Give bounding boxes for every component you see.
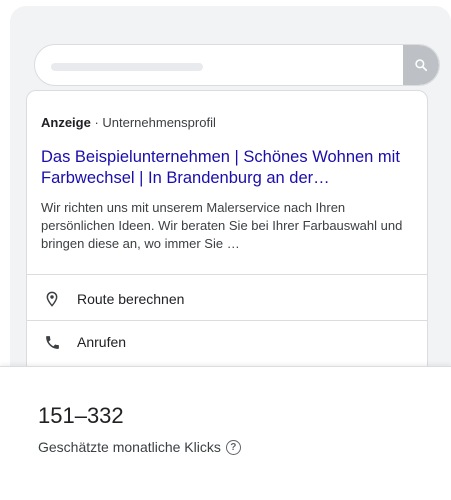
call-action-label: Anrufen — [77, 334, 127, 350]
estimated-clicks-text: Geschätzte monatliche Klicks — [38, 439, 221, 455]
estimated-clicks-value: 151–332 — [38, 403, 124, 428]
search-icon — [415, 59, 428, 72]
route-action-label: Route berechnen — [77, 291, 185, 307]
search-bar[interactable] — [34, 44, 440, 86]
call-action[interactable]: Anrufen — [27, 321, 427, 363]
ad-description: Wir richten uns mit unserem Malerservice… — [41, 200, 403, 251]
estimated-clicks-label: Geschätzte monatliche Klicks ? — [38, 439, 241, 455]
ad-badge: Anzeige — [41, 115, 91, 130]
stats-panel: 151–332 Geschätzte monatliche Klicks ? — [0, 366, 451, 500]
ad-headline-link[interactable]: Das Beispielunternehmen | Schönes Wohnen… — [41, 147, 417, 189]
help-icon[interactable]: ? — [225, 439, 241, 455]
search-button[interactable] — [403, 45, 439, 85]
phone-icon — [43, 333, 61, 351]
divider — [27, 274, 427, 275]
ad-label: Anzeige · Unternehmensprofil — [41, 115, 216, 130]
route-action[interactable]: Route berechnen — [27, 278, 427, 320]
location-pin-icon — [43, 290, 61, 308]
ad-card: Anzeige · Unternehmensprofil Das Beispie… — [26, 90, 428, 380]
search-query-placeholder — [51, 63, 203, 71]
ad-label-type: · Unternehmensprofil — [90, 115, 216, 130]
